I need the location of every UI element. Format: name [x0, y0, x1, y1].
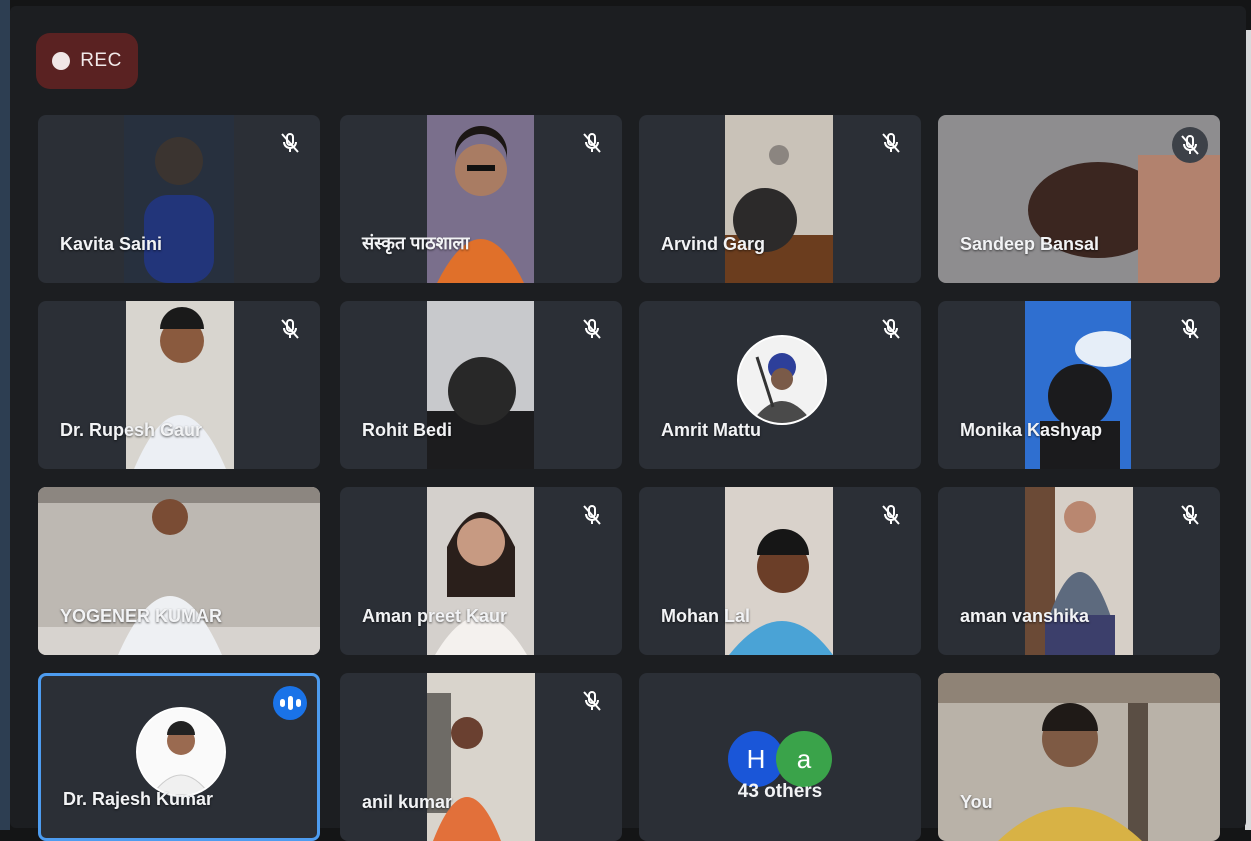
avatar: [136, 707, 226, 797]
participant-tile-speaking[interactable]: Dr. Rajesh Kumar: [38, 673, 320, 841]
participant-name: Arvind Garg: [661, 234, 766, 254]
participant-tile[interactable]: aman vanshika: [938, 487, 1220, 655]
participant-video: [427, 115, 534, 283]
participant-video: [427, 301, 534, 469]
mic-off-icon: [578, 315, 606, 343]
speaking-indicator-icon: [273, 686, 307, 720]
self-view-tile[interactable]: You: [938, 673, 1220, 841]
mic-off-icon: [578, 501, 606, 529]
participant-name: Kavita Saini: [60, 234, 163, 254]
mic-off-icon: [877, 315, 905, 343]
avatar: [737, 335, 827, 425]
participant-name: You: [960, 792, 993, 812]
participant-name: Dr. Rajesh Kumar: [63, 789, 214, 809]
participant-name: Aman preet Kaur: [362, 606, 508, 626]
participant-video: [124, 115, 234, 283]
mic-off-icon: [578, 687, 606, 715]
mic-off-icon: [877, 501, 905, 529]
participant-name: Rohit Bedi: [362, 420, 452, 440]
participant-name: anil kumar: [362, 792, 453, 812]
participant-name: संस्कृत पाठशाला: [362, 233, 470, 253]
mic-off-icon: [877, 129, 905, 157]
mic-off-icon: [276, 315, 304, 343]
participant-tile[interactable]: Arvind Garg: [639, 115, 921, 283]
participant-tile[interactable]: Aman preet Kaur: [340, 487, 622, 655]
participant-video: [38, 487, 320, 655]
mic-off-icon: [1172, 127, 1208, 163]
participant-tile[interactable]: Kavita Saini: [38, 115, 320, 283]
participant-name: Monika Kashyap: [960, 420, 1103, 440]
participant-name: YOGENER KUMAR: [60, 606, 223, 626]
mic-off-icon: [276, 129, 304, 157]
participant-name: aman vanshika: [960, 606, 1090, 626]
participant-video: [427, 673, 535, 841]
participant-tile[interactable]: संस्कृत पाठशाला: [340, 115, 622, 283]
participant-video: [1025, 301, 1131, 469]
participant-tile[interactable]: YOGENER KUMAR: [38, 487, 320, 655]
self-video: [938, 673, 1220, 841]
participant-tile[interactable]: Rohit Bedi: [340, 301, 622, 469]
mic-off-icon: [1176, 315, 1204, 343]
participant-tile[interactable]: Amrit Mattu: [639, 301, 921, 469]
record-icon: [52, 52, 71, 70]
mic-off-icon: [1176, 501, 1204, 529]
mic-off-icon: [578, 129, 606, 157]
recording-label: REC: [80, 50, 122, 71]
participant-video: [725, 487, 833, 655]
recording-indicator: REC: [36, 33, 138, 89]
participant-video: [427, 487, 534, 655]
participant-tile[interactable]: Sandeep Bansal: [938, 115, 1220, 283]
others-avatars: H a: [728, 731, 832, 787]
participant-tile[interactable]: Mohan Lal: [639, 487, 921, 655]
participant-tile[interactable]: anil kumar: [340, 673, 622, 841]
others-tile[interactable]: H a 43 others: [639, 673, 921, 841]
participant-name: Sandeep Bansal: [960, 234, 1100, 254]
others-initial-bubble: a: [776, 731, 832, 787]
screen-edge-left: [0, 0, 10, 830]
participant-name: Mohan Lal: [661, 606, 750, 626]
participant-video: [1025, 487, 1133, 655]
participant-name: Amrit Mattu: [661, 420, 761, 440]
participant-tile[interactable]: Monika Kashyap: [938, 301, 1220, 469]
others-count-label: 43 others: [737, 781, 823, 802]
participant-tile[interactable]: Dr. Rupesh Gaur: [38, 301, 320, 469]
participant-video: [725, 115, 833, 283]
participant-name: Dr. Rupesh Gaur: [60, 420, 203, 440]
participant-video: [126, 301, 234, 469]
